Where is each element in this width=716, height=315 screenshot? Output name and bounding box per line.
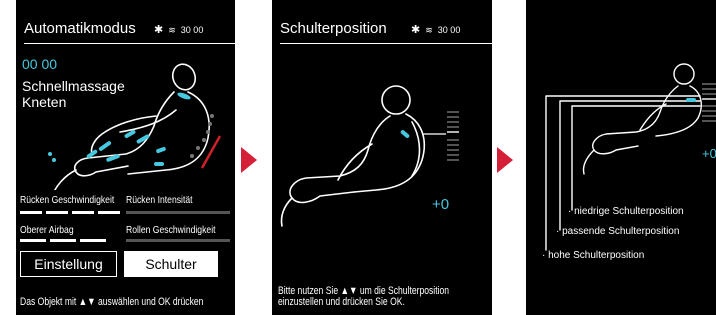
instruction-line-2: einzustellen und drücken Sie OK. (278, 296, 405, 308)
option-low-label: niedrige Schulterposition (574, 206, 684, 217)
option-high-label: hohe Schulterposition (548, 250, 645, 261)
shoulder-figure-illustration (280, 85, 459, 227)
option-high-shoulder: · hohe Schulterposition (542, 250, 645, 261)
next-step-arrow (497, 147, 513, 173)
shoulder-position-screen: Schulterposition ✱ ≋ 30 00 +0 Bitte nutz… (272, 0, 492, 315)
position-value: +0 (702, 146, 716, 161)
position-value: +0 (432, 196, 450, 213)
airbag-label: Oberer Airbag (20, 224, 74, 236)
airbag-level (20, 239, 106, 242)
instruction-text: Bitte nutzen Sie ▲▼ um die Schulterposit… (278, 286, 449, 308)
settings-button[interactable]: Einstellung (20, 251, 117, 277)
option-low-shoulder: · niedrige Schulterposition (568, 206, 684, 217)
roller-speed-label: Rollen Geschwindigkeit (126, 224, 216, 236)
option-fitting-label: passende Schulterposition (562, 226, 680, 237)
status-bar: ✱ ≋ 30 00 (411, 23, 460, 36)
instruction-text: Das Objekt mit ▲▼ auswählen und OK drück… (20, 296, 204, 308)
next-step-arrow (241, 147, 257, 173)
shoulder-position-detail: +0 · niedrige Schulterposition · passend… (526, 0, 716, 315)
shoulder-button[interactable]: Schulter (124, 251, 218, 277)
screen-title: Schulterposition (280, 20, 387, 37)
back-speed-label: Rücken Geschwindigkeit (20, 194, 115, 206)
back-speed-level (20, 211, 120, 214)
shoulder-detail-illustration (545, 63, 716, 251)
automatic-mode-screen: Automatikmodus ✱ ≋ 30 00 00 00 Schnellma… (16, 0, 235, 315)
title-divider (280, 43, 492, 44)
option-fitting-shoulder: · passende Schulterposition (556, 226, 680, 237)
back-intensity-label: Rücken Intensität (126, 194, 193, 206)
heat-icon: ≋ (422, 25, 436, 35)
massage-figure-illustration (48, 63, 222, 190)
bluetooth-icon: ✱ (411, 24, 421, 36)
back-intensity-level (126, 211, 230, 214)
remaining-time: 30 00 (437, 25, 461, 35)
roller-speed-level (126, 239, 230, 242)
